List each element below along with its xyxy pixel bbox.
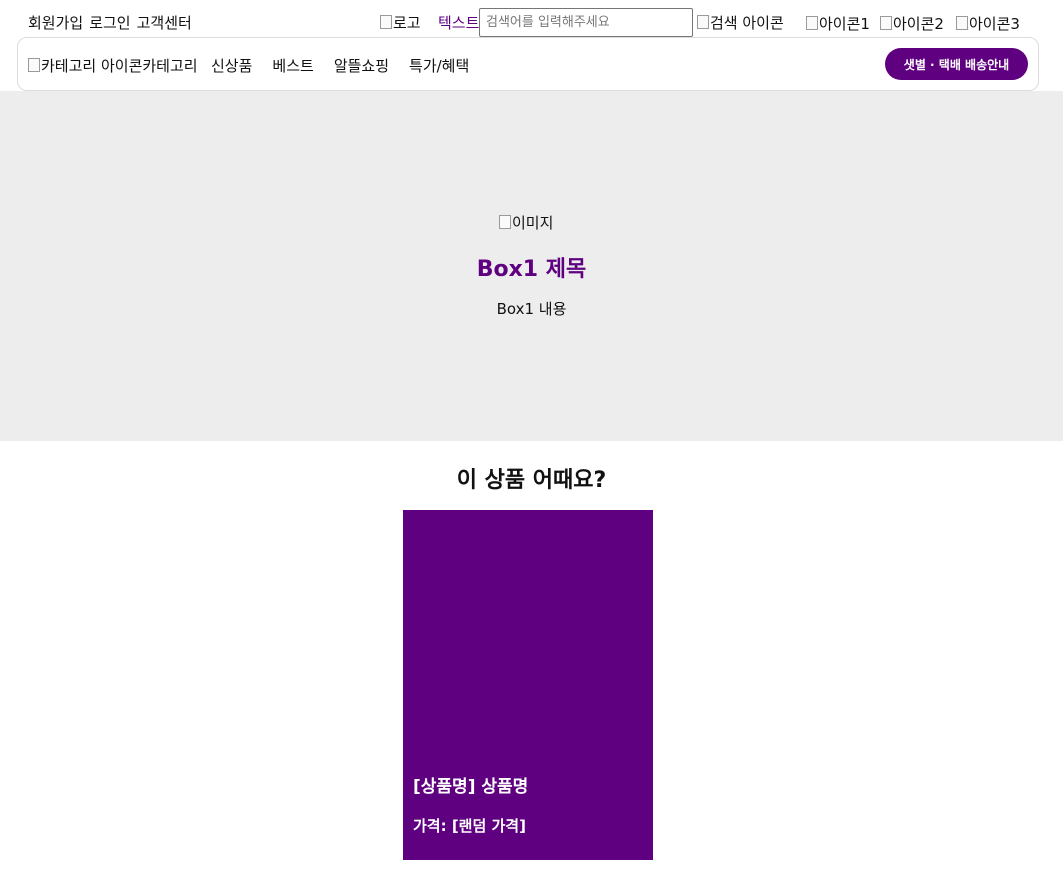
hero-image-alt-text: 이미지 [512,214,554,232]
nav-item-specials[interactable]: 특가/혜택 [409,55,469,76]
logo[interactable]: 로고 [380,12,421,33]
category-menu[interactable]: 카테고리 아이콘 카테고리 [28,55,198,76]
product-card[interactable]: [상품명] 상품명 가격: [랜덤 가격] [403,510,653,860]
search-icon-alt-text: 검색 아이콘 [710,14,784,32]
product-price: 가격: [랜덤 가격] [413,817,526,835]
category-icon-alt-text: 카테고리 아이콘 [41,57,143,75]
top-links: 회원가입 로그인 고객센터 [28,12,192,33]
hero-description: Box1 내용 [496,300,567,318]
product-name: [상품명] 상품명 [413,777,529,797]
search-icon[interactable]: 검색 아이콘 [697,12,784,33]
hero-image: 이미지 [499,212,553,233]
category-label: 카테고리 [142,57,198,75]
broken-image-icon [697,14,709,29]
brand-text: 텍스트 [438,14,480,32]
broken-image-icon [806,15,818,30]
broken-image-icon [880,15,892,30]
search-input[interactable] [479,8,693,37]
customer-center-link[interactable]: 고객센터 [137,12,192,33]
nav-item-value-shopping[interactable]: 알뜰쇼핑 [334,55,389,76]
header-icon-2-alt-text: 아이콘2 [893,15,944,33]
broken-image-icon [499,214,511,229]
main-nav: 카테고리 아이콘 카테고리 신상품 베스트 알뜰쇼핑 특가/혜택 샛별 · 택배 … [17,37,1039,91]
signup-link[interactable]: 회원가입 [28,12,83,33]
broken-image-icon [380,14,392,29]
header-icon-3[interactable]: 아이콘3 [956,13,1020,34]
category-icon [28,57,40,72]
broken-image-icon [956,15,968,30]
header-icon-1-alt-text: 아이콘1 [819,15,870,33]
nav-item-new[interactable]: 신상품 [211,55,252,76]
nav-menu: 신상품 베스트 알뜰쇼핑 특가/혜택 [211,55,469,76]
delivery-info-button[interactable]: 샛별 · 택배 배송안내 [885,48,1028,80]
logo-alt-text: 로고 [393,14,421,32]
hero-banner: 이미지 Box1 제목 Box1 내용 [0,91,1063,441]
header-icon-3-alt-text: 아이콘3 [969,15,1020,33]
header-icon-2[interactable]: 아이콘2 [880,13,944,34]
login-link[interactable]: 로그인 [89,12,130,33]
header-icon-1[interactable]: 아이콘1 [806,13,870,34]
top-bar: 회원가입 로그인 고객센터 로고 텍스트 검색 아이콘 아이콘1 아이콘2 아이… [0,0,1063,40]
nav-item-best[interactable]: 베스트 [272,55,313,76]
hero-title: Box1 제목 [476,257,587,282]
recommend-title: 이 상품 어때요? [456,468,607,493]
